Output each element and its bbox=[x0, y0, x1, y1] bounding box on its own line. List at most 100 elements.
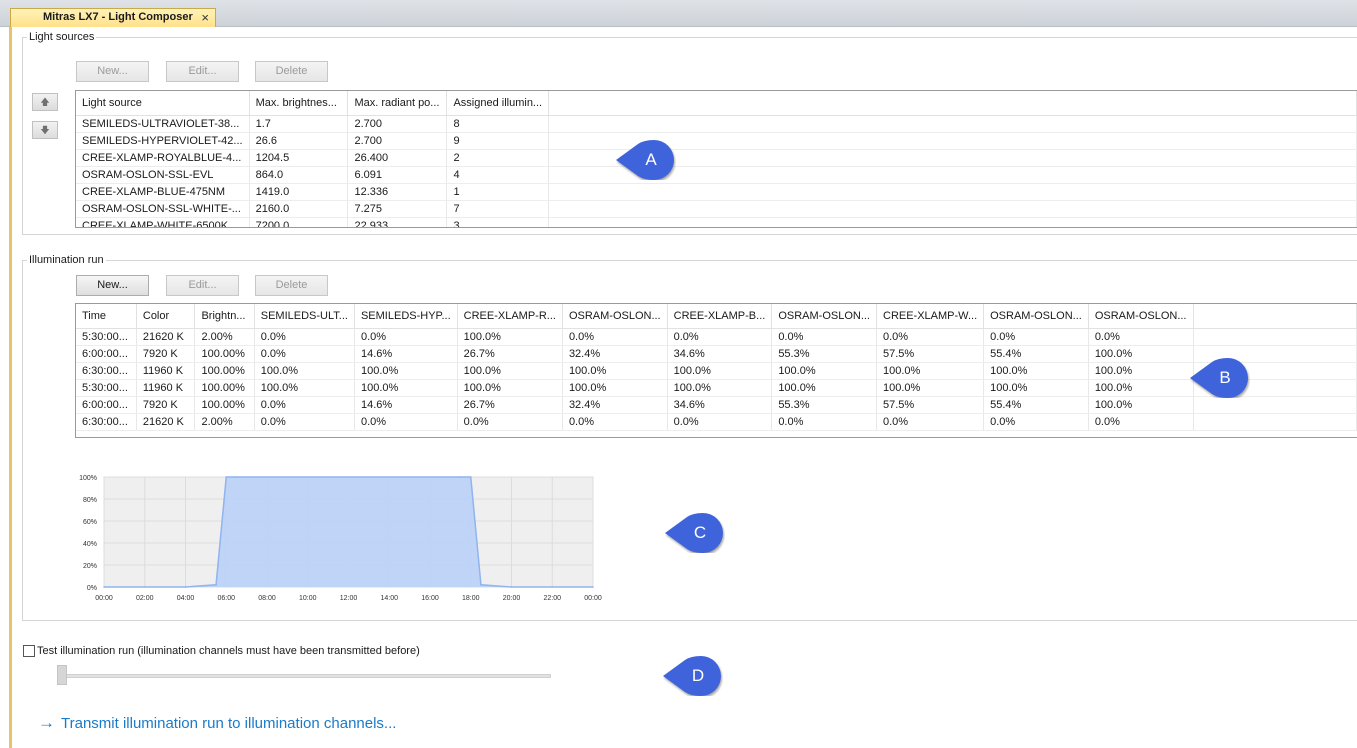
illumination-cell: 100.0% bbox=[254, 379, 355, 397]
illumination-cell: 0.0% bbox=[876, 413, 985, 431]
light-source-cell: 1.7 bbox=[249, 115, 349, 133]
illumination-cell: 100.0% bbox=[771, 362, 877, 380]
light-source-row[interactable]: CREE-XLAMP-BLUE-475NM 1419.0 12.336 1 bbox=[76, 183, 1357, 201]
document-tab-strip: Mitras LX7 - Light Composer × bbox=[0, 0, 1357, 27]
illumination-column-header[interactable]: CREE-XLAMP-R... bbox=[457, 304, 563, 329]
chart-x-tick-label: 06:00 bbox=[217, 595, 235, 602]
arrow-right-icon: → bbox=[38, 713, 55, 732]
illumination-cell: 14.6% bbox=[354, 345, 458, 363]
illumination-cell: 32.4% bbox=[562, 345, 668, 363]
illumination-run-grid[interactable]: Time Color Brightn... SEMILEDS-ULT... SEMILE… bbox=[75, 303, 1357, 438]
illumination-column-header[interactable]: OSRAM-OSLON... bbox=[1088, 304, 1194, 329]
chart-data-point bbox=[235, 476, 238, 478]
chart-y-tick-label: 40% bbox=[83, 541, 97, 548]
chart-x-tick-label: 04:00 bbox=[177, 595, 195, 602]
light-sources-legend: Light sources bbox=[29, 31, 95, 43]
light-sources-table: Light source Max. brightnes... Max. radian… bbox=[76, 91, 1357, 227]
illumination-cell: 55.4% bbox=[983, 396, 1089, 414]
illumination-cell: 100.0% bbox=[457, 379, 563, 397]
illumination-run-legend: Illumination run bbox=[29, 254, 104, 266]
illumination-row[interactable]: 5:30:00... 11960 K 100.00% 100.0% 100.0% 100.… bbox=[76, 379, 1357, 397]
illumination-column-header[interactable]: Time bbox=[76, 304, 137, 329]
illumination-row[interactable]: 6:30:00... 11960 K 100.00% 100.0% 100.0% 100.… bbox=[76, 362, 1357, 380]
illumination-column-header[interactable]: OSRAM-OSLON... bbox=[562, 304, 668, 329]
transmit-link[interactable]: → Transmit illumination run to illuminati… bbox=[38, 713, 396, 733]
light-source-column-header[interactable]: Max. radiant po... bbox=[347, 91, 448, 116]
callout-marker-a: A bbox=[614, 140, 676, 180]
test-run-checkbox[interactable] bbox=[23, 645, 35, 657]
illumination-column-header[interactable]: CREE-XLAMP-B... bbox=[667, 304, 773, 329]
light-source-column-header[interactable]: Assigned illumin... bbox=[446, 91, 550, 116]
illumination-cell: 11960 K bbox=[136, 379, 196, 397]
chart-data-point bbox=[480, 584, 482, 586]
light-source-column-header[interactable]: Max. brightnes... bbox=[249, 91, 349, 116]
illumination-cell: 100.0% bbox=[354, 379, 458, 397]
illumination-cell: 100.0% bbox=[983, 379, 1089, 397]
illumination-edit-button[interactable]: Edit... bbox=[166, 275, 239, 296]
light-source-row[interactable]: SEMILEDS-ULTRAVIOLET-38... 1.7 2.700 8 bbox=[76, 115, 1357, 133]
move-down-button[interactable]: 🡇 bbox=[32, 121, 58, 139]
test-run-slider-thumb[interactable] bbox=[57, 665, 67, 685]
light-source-cell: 22.933 bbox=[347, 217, 448, 227]
chart-data-point bbox=[215, 584, 217, 586]
illumination-column-header[interactable]: SEMILEDS-ULT... bbox=[254, 304, 355, 329]
illumination-row[interactable]: 5:30:00... 21620 K 2.00% 0.0% 0.0% 100.0% 0.0%… bbox=[76, 328, 1357, 346]
test-run-slider-track[interactable] bbox=[57, 674, 551, 678]
illumination-column-header[interactable]: Color bbox=[136, 304, 196, 329]
light-source-row-filler bbox=[548, 217, 1357, 227]
chart-x-tick-label: 00:00 bbox=[95, 595, 113, 602]
illumination-cell: 100.00% bbox=[194, 396, 255, 414]
light-source-column-header[interactable]: Light source bbox=[76, 91, 250, 116]
illumination-cell: 0.0% bbox=[254, 396, 355, 414]
move-up-button[interactable]: 🡅 bbox=[32, 93, 58, 111]
illumination-row[interactable]: 6:00:00... 7920 K 100.00% 0.0% 14.6% 26.7% 32.… bbox=[76, 396, 1357, 414]
chart-data-point bbox=[459, 476, 462, 478]
light-source-edit-button[interactable]: Edit... bbox=[166, 61, 239, 82]
illumination-column-header[interactable]: Brightn... bbox=[194, 304, 255, 329]
chart-x-tick-label: 14:00 bbox=[380, 595, 398, 602]
illumination-cell: 100.0% bbox=[562, 379, 668, 397]
illumination-column-header[interactable]: OSRAM-OSLON... bbox=[771, 304, 877, 329]
light-source-cell: 26.400 bbox=[347, 149, 448, 167]
chart-x-tick-label: 08:00 bbox=[258, 595, 276, 602]
illumination-cell: 0.0% bbox=[562, 413, 668, 431]
illumination-cell: 100.0% bbox=[876, 362, 985, 380]
chart-x-tick-label: 02:00 bbox=[136, 595, 154, 602]
light-source-row[interactable]: CREE-XLAMP-WHITE-6500K 7200.0 22.933 3 bbox=[76, 217, 1357, 227]
light-source-new-button[interactable]: New... bbox=[76, 61, 149, 82]
light-source-row[interactable]: OSRAM-OSLON-SSL-WHITE-... 2160.0 7.275 7 bbox=[76, 200, 1357, 218]
illumination-run-table: Time Color Brightn... SEMILEDS-ULT... SEMILE… bbox=[76, 304, 1357, 431]
light-source-cell: 9 bbox=[446, 132, 550, 150]
light-source-cell: 7 bbox=[446, 200, 550, 218]
light-source-delete-button[interactable]: Delete bbox=[255, 61, 328, 82]
illumination-column-header[interactable]: OSRAM-OSLON... bbox=[983, 304, 1089, 329]
illumination-column-header[interactable]: SEMILEDS-HYP... bbox=[354, 304, 458, 329]
illumination-new-button[interactable]: New... bbox=[76, 275, 149, 296]
illumination-row[interactable]: 6:00:00... 7920 K 100.00% 0.0% 14.6% 26.7% 32.… bbox=[76, 345, 1357, 363]
illumination-cell: 0.0% bbox=[354, 413, 458, 431]
illumination-cell: 55.4% bbox=[983, 345, 1089, 363]
illumination-row[interactable]: 6:30:00... 21620 K 2.00% 0.0% 0.0% 0.0% 0.0% 0.… bbox=[76, 413, 1357, 431]
illumination-cell: 0.0% bbox=[1088, 328, 1194, 346]
illumination-cell: 7920 K bbox=[136, 345, 196, 363]
illumination-delete-button[interactable]: Delete bbox=[255, 275, 328, 296]
illumination-cell: 55.3% bbox=[771, 345, 877, 363]
light-sources-grid[interactable]: Light source Max. brightnes... Max. radian… bbox=[75, 90, 1357, 228]
illumination-cell: 11960 K bbox=[136, 362, 196, 380]
illumination-cell: 2.00% bbox=[194, 328, 255, 346]
light-source-row[interactable]: CREE-XLAMP-ROYALBLUE-4... 1204.5 26.400 2 bbox=[76, 149, 1357, 167]
light-source-row[interactable]: OSRAM-OSLON-SSL-EVL 864.0 6.091 4 bbox=[76, 166, 1357, 184]
illumination-cell: 100.0% bbox=[354, 362, 458, 380]
chart-x-tick-label: 22:00 bbox=[543, 595, 561, 602]
chart-y-tick-label: 80% bbox=[83, 497, 97, 504]
close-icon[interactable]: × bbox=[201, 10, 209, 25]
illumination-cell: 21620 K bbox=[136, 328, 196, 346]
illumination-cell: 100.00% bbox=[194, 379, 255, 397]
light-source-row[interactable]: SEMILEDS-HYPERVIOLET-42... 26.6 2.700 9 bbox=[76, 132, 1357, 150]
tab-light-composer[interactable]: Mitras LX7 - Light Composer × bbox=[10, 8, 216, 27]
illumination-cell: 0.0% bbox=[354, 328, 458, 346]
illumination-column-header[interactable]: CREE-XLAMP-W... bbox=[876, 304, 985, 329]
illumination-cell: 34.6% bbox=[667, 345, 773, 363]
chart-x-tick-label: 12:00 bbox=[340, 595, 358, 602]
illumination-cell: 26.7% bbox=[457, 396, 563, 414]
